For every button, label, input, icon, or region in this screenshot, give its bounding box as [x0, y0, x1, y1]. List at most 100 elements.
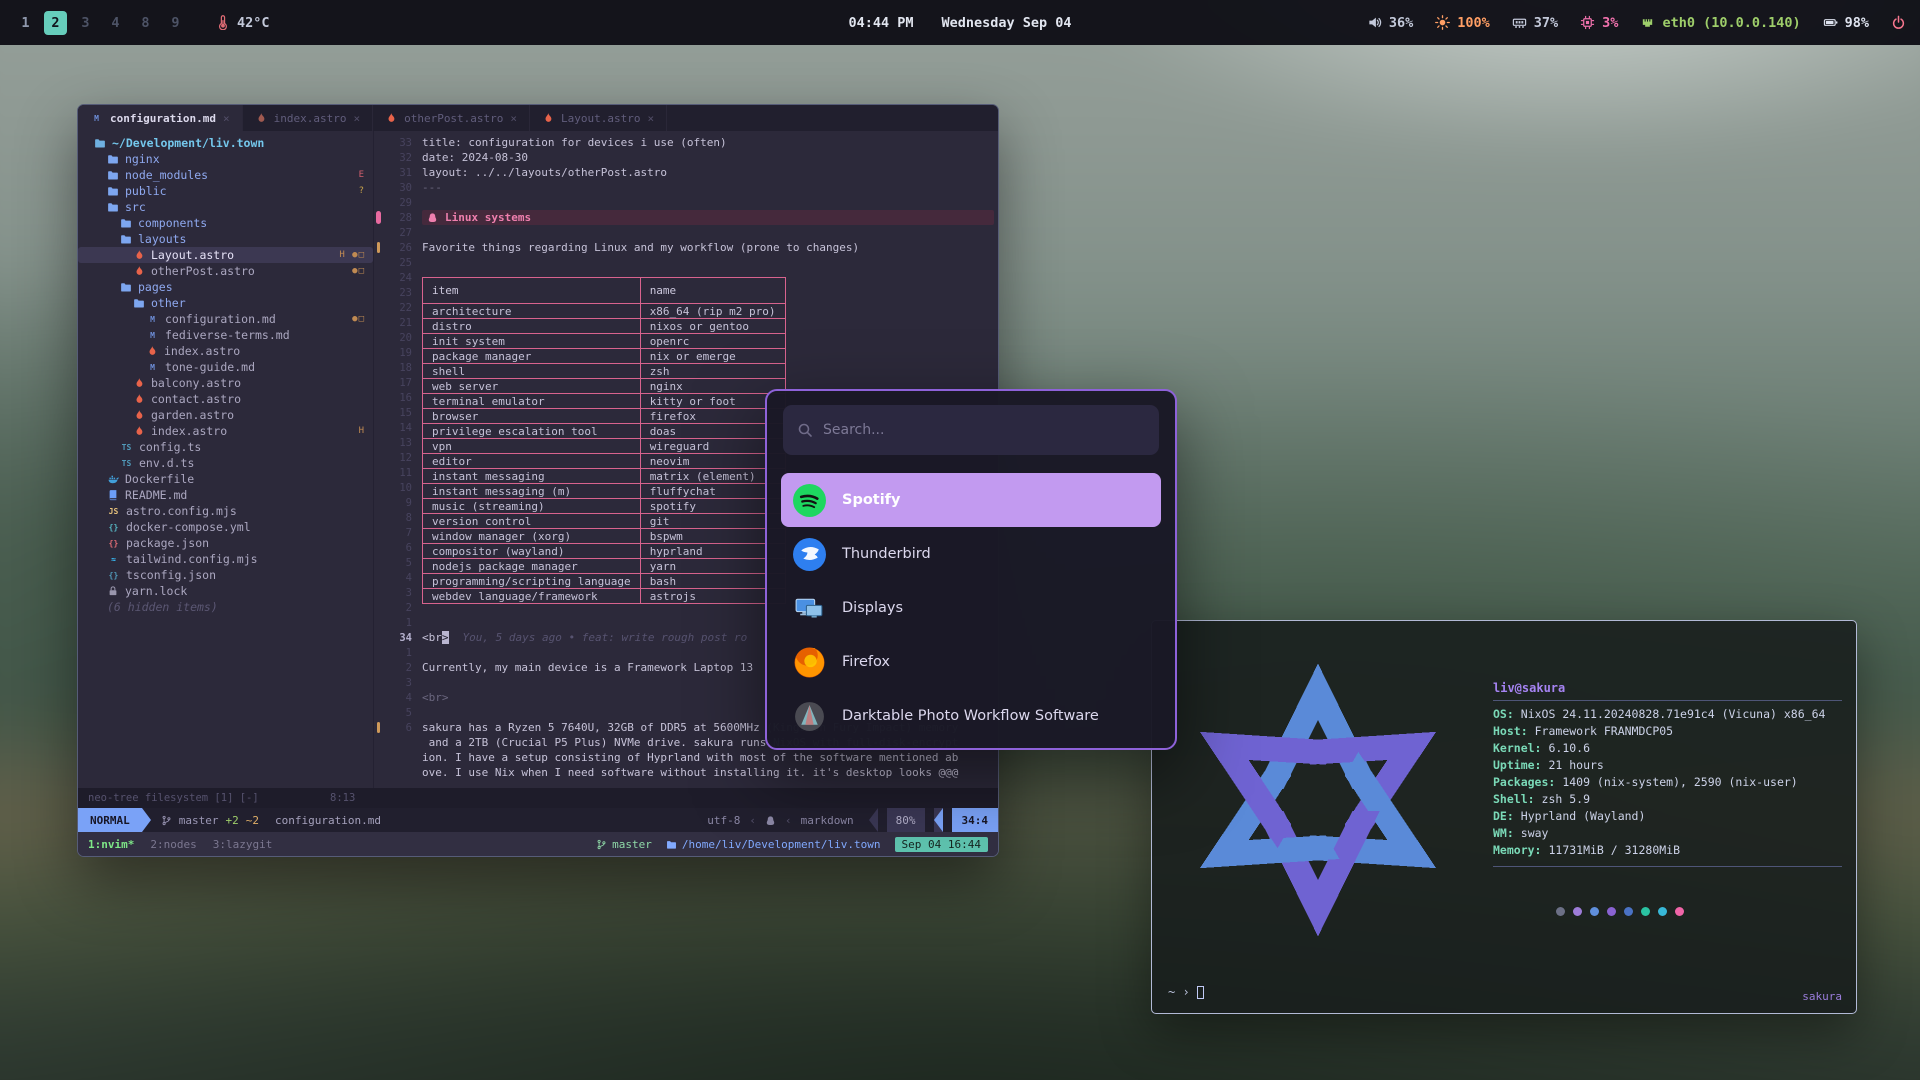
editor-tab[interactable]: otherPost.astro × — [373, 105, 530, 131]
tree-item[interactable]: layouts — [78, 231, 373, 247]
bar-modules: 36% 100% 37% 3% — [1367, 15, 1906, 31]
tree-item[interactable]: {} tsconfig.json — [78, 567, 373, 583]
launcher-item[interactable]: Firefox — [781, 635, 1161, 689]
line-number: 30 — [386, 182, 412, 194]
workspace-button[interactable]: 4 — [104, 11, 127, 35]
line-number: 1 — [386, 647, 412, 659]
table-cell-name: matrix (element) — [640, 469, 785, 484]
line-number: 24 — [374, 272, 412, 287]
workspace-button[interactable]: 8 — [134, 11, 157, 35]
tree-item[interactable]: {} package.json — [78, 535, 373, 551]
tree-item[interactable]: (6 hidden items) — [78, 599, 373, 615]
tree-item[interactable]: node_modules E — [78, 167, 373, 183]
tree-item[interactable]: JS astro.config.mjs — [78, 503, 373, 519]
shell-prompt[interactable]: ~ › — [1168, 985, 1204, 999]
tree-item[interactable]: ~/Development/liv.town — [78, 135, 373, 151]
launcher-item[interactable]: Spotify — [781, 473, 1161, 527]
tree-item[interactable]: garden.astro — [78, 407, 373, 423]
info-label: OS: — [1493, 707, 1514, 724]
tab-close-icon[interactable]: × — [223, 112, 230, 125]
tab-close-icon[interactable]: × — [510, 112, 517, 125]
tree-item-icon: ≈ — [107, 555, 120, 564]
tree-item[interactable]: {} docker-compose.yml — [78, 519, 373, 535]
editor-tab[interactable]: M configuration.md × — [78, 105, 243, 131]
tab-close-icon[interactable]: × — [353, 112, 360, 125]
tree-item[interactable]: otherPost.astro ●□ — [78, 263, 373, 279]
tree-item[interactable]: index.astro H — [78, 423, 373, 439]
neotree-position: 8:13 — [330, 792, 355, 804]
launcher-item[interactable]: Thunderbird — [781, 527, 1161, 581]
workspace-switcher: 123489 — [14, 11, 187, 35]
powerline-separator — [934, 808, 943, 832]
tree-item[interactable]: yarn.lock — [78, 583, 373, 599]
table-cell-item: window manager (xorg) — [423, 529, 641, 544]
tree-item[interactable]: src — [78, 199, 373, 215]
tmux-window[interactable]: 1:nvim* — [88, 838, 134, 851]
tree-item-icon — [133, 265, 145, 277]
tree-item[interactable]: pages — [78, 279, 373, 295]
tab-label: configuration.md — [110, 112, 216, 125]
launcher-item[interactable]: Displays — [781, 581, 1161, 635]
bar-module[interactable]: 100% — [1435, 15, 1490, 31]
tree-item-markers: E — [359, 170, 365, 180]
nixos-logo — [1168, 635, 1468, 965]
line-number: 8 — [374, 512, 412, 527]
tree-item[interactable]: Dockerfile — [78, 471, 373, 487]
workspace-button[interactable]: 2 — [44, 11, 67, 35]
tree-item[interactable]: ≈ tailwind.config.mjs — [78, 551, 373, 567]
tree-item[interactable]: nginx — [78, 151, 373, 167]
info-value: Framework FRANMDCP05 — [1535, 724, 1673, 741]
bar-module[interactable]: 37% — [1512, 15, 1558, 31]
workspace-button[interactable]: 3 — [74, 11, 97, 35]
cursor-position: 34:4 — [952, 808, 999, 832]
tree-item-label: public — [125, 184, 167, 198]
line-number: 17 — [374, 377, 412, 392]
tree-item[interactable]: M fediverse-terms.md — [78, 327, 373, 343]
tree-item-label: components — [138, 216, 207, 230]
launcher-search[interactable] — [783, 405, 1159, 455]
tree-item[interactable]: Layout.astro H ●□ — [78, 247, 373, 263]
tab-close-icon[interactable]: × — [648, 112, 655, 125]
tree-item[interactable]: public ? — [78, 183, 373, 199]
table-cell-name: kitty or foot — [640, 394, 785, 409]
tree-item[interactable]: other — [78, 295, 373, 311]
workspace-button[interactable]: 9 — [164, 11, 187, 35]
tree-item[interactable]: README.md — [78, 487, 373, 503]
editor-tab[interactable]: Layout.astro × — [530, 105, 667, 131]
bar-module[interactable]: 98% — [1823, 15, 1869, 31]
tree-item-label: docker-compose.yml — [126, 520, 251, 534]
tree-item[interactable]: components — [78, 215, 373, 231]
line-number: 18 — [374, 362, 412, 377]
line-number: 16 — [374, 392, 412, 407]
line-number: 6 — [386, 722, 412, 734]
tree-item[interactable]: TS config.ts — [78, 439, 373, 455]
mode-indicator: NORMAL — [78, 808, 142, 832]
tree-item[interactable]: M tone-guide.md — [78, 359, 373, 375]
bar-module[interactable]: 36% — [1367, 15, 1413, 31]
line-number: 9 — [374, 497, 412, 512]
search-input[interactable] — [823, 422, 1145, 438]
tree-item-label: README.md — [125, 488, 187, 502]
editor-line: ion. I have a setup consisting of Hyprla… — [374, 750, 998, 765]
editor-tab[interactable]: index.astro × — [243, 105, 373, 131]
tree-item-icon: JS — [107, 507, 120, 516]
bar-module[interactable]: 3% — [1580, 15, 1618, 31]
tab-label: otherPost.astro — [404, 112, 503, 125]
tmux-window[interactable]: 2:nodes — [150, 838, 196, 851]
tree-item[interactable]: TS env.d.ts — [78, 455, 373, 471]
tree-item[interactable]: M configuration.md ●□ — [78, 311, 373, 327]
workspace-button[interactable]: 1 — [14, 11, 37, 35]
tree-item-markers: ? — [359, 186, 365, 196]
tree-item[interactable]: balcony.astro — [78, 375, 373, 391]
table-cell-name: firefox — [640, 409, 785, 424]
power-button[interactable] — [1891, 15, 1906, 30]
palette-dot — [1658, 907, 1667, 916]
markdown-table: item name architecture x86_64 (rip m2 pr… — [422, 277, 786, 604]
tree-item[interactable]: index.astro — [78, 343, 373, 359]
tree-item-icon: TS — [120, 459, 133, 468]
bar-module[interactable]: eth0 (10.0.0.140) — [1640, 15, 1800, 31]
table-row: programming/scripting language bash — [423, 574, 786, 589]
tree-item[interactable]: contact.astro — [78, 391, 373, 407]
tmux-window[interactable]: 3:lazygit — [213, 838, 273, 851]
launcher-item[interactable]: Darktable Photo Workflow Software — [781, 689, 1161, 743]
